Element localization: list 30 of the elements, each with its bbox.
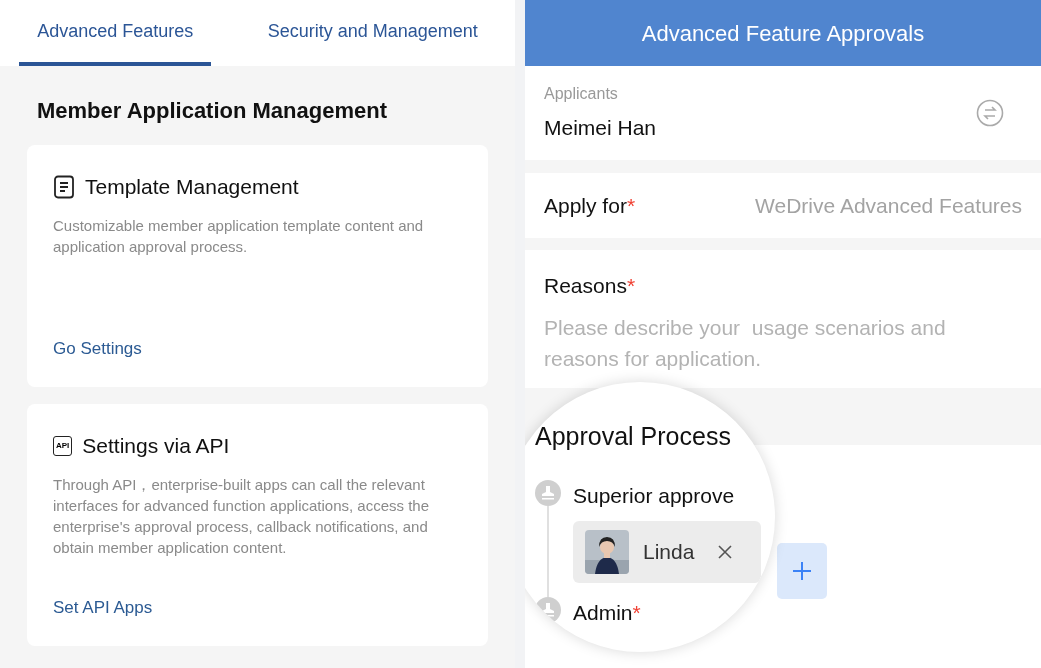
- step-label: Superior approve: [573, 482, 736, 509]
- section-title: Approval Process: [535, 421, 732, 452]
- tab[interactable]: Advanced Features: [19, 0, 212, 66]
- switch-icon[interactable]: [976, 99, 1004, 127]
- settings-link[interactable]: Go Settings: [53, 335, 142, 361]
- field-label: Applicants: [544, 84, 619, 105]
- step-label: Admin*: [573, 600, 641, 626]
- required-asterisk: *: [632, 601, 641, 624]
- stamp-icon: [535, 597, 561, 623]
- field-value: WeDrive Advanced Features: [755, 192, 1022, 219]
- tab[interactable]: Security and Management: [249, 0, 496, 66]
- document-icon: [53, 174, 75, 199]
- approver-name: Linda: [643, 539, 695, 566]
- settings-link[interactable]: Set API Apps: [53, 594, 153, 620]
- section-title: Member Application Management: [36, 97, 388, 125]
- field-label: Apply for*: [544, 192, 636, 219]
- applicant-name: Meimei Han: [544, 115, 658, 142]
- close-icon[interactable]: [718, 545, 733, 559]
- card-description: Through API，enterprise-built apps can call the relevant interfaces for advanced function applications, access the enterprise's approval process, callback notifications, and obtain member application content.: [53, 474, 431, 558]
- required-asterisk: *: [626, 274, 636, 297]
- card-description: Customizable member application template content and application approval process.: [53, 215, 425, 257]
- card-title: Template Management: [85, 174, 299, 200]
- field-label: Reasons*: [544, 273, 637, 299]
- required-asterisk: *: [626, 193, 636, 217]
- api-icon: API: [53, 435, 73, 456]
- stamp-icon: [535, 479, 561, 506]
- plus-icon: [793, 562, 811, 580]
- add-button[interactable]: [777, 543, 827, 599]
- header-title: Advanced Feature Approvals: [641, 19, 925, 48]
- card-title: Settings via API: [82, 433, 230, 459]
